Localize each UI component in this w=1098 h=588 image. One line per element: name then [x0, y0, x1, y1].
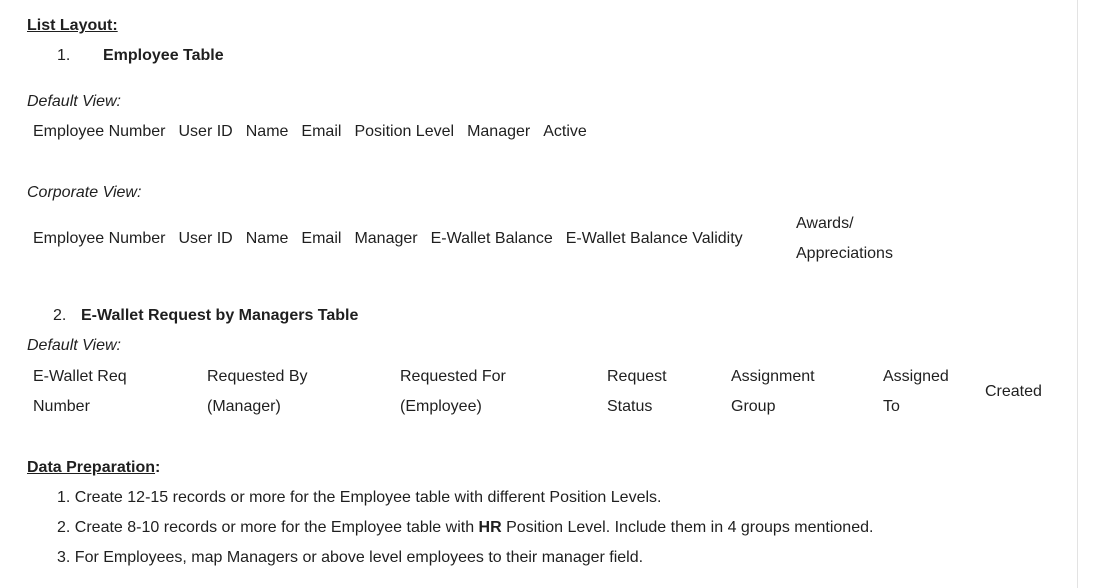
- column-header: Active: [543, 123, 587, 140]
- column-header: Assigned: [883, 368, 949, 385]
- column-header: To: [883, 398, 900, 415]
- column-header: E-Wallet Balance Validity: [565, 230, 743, 247]
- column-header: Requested For: [400, 368, 506, 385]
- default-view-label: Default View:: [27, 93, 121, 110]
- list-item: 2. Create 8-10 records or more for the E…: [57, 518, 873, 538]
- corporate-view-columns: Employee Number User ID Name Email Manager E-…: [33, 229, 756, 249]
- page-edge: [1077, 0, 1078, 588]
- awards-column-line1: Awards/: [796, 215, 854, 232]
- column-header: Position Level: [354, 123, 455, 140]
- column-header: Assignment: [731, 368, 815, 385]
- column-header: Request: [607, 368, 667, 385]
- list-item-number: 1.: [57, 489, 71, 506]
- hr-emphasis: HR: [478, 519, 502, 536]
- column-header: User ID: [178, 230, 233, 247]
- corporate-view-label: Corporate View:: [27, 184, 142, 201]
- list-item-text-tail: Position Level. Include them in 4 groups…: [501, 519, 874, 536]
- default-view-label-2: Default View:: [27, 337, 121, 354]
- column-header: Employee Number: [33, 123, 166, 140]
- column-header: (Employee): [400, 398, 482, 415]
- data-preparation-heading: Data Preparation:: [27, 458, 160, 478]
- employee-table-title: Employee Table: [103, 47, 224, 64]
- column-header: Manager: [354, 230, 418, 247]
- column-header: Number: [33, 398, 90, 415]
- column-header: Name: [245, 123, 289, 140]
- column-header: Email: [301, 123, 342, 140]
- list-item: 1. Create 12-15 records or more for the …: [57, 488, 661, 508]
- column-header: Status: [607, 398, 653, 415]
- column-header: Group: [731, 398, 776, 415]
- column-header: E-Wallet Balance: [430, 230, 553, 247]
- column-header: E-Wallet Req: [33, 368, 127, 385]
- list-item-text: Create 8-10 records or more for the Empl…: [74, 519, 479, 536]
- column-header: Email: [301, 230, 342, 247]
- list-item-text: For Employees, map Managers or above lev…: [74, 549, 644, 566]
- column-header: User ID: [178, 123, 233, 140]
- list-item-number: 3.: [57, 549, 71, 566]
- list-item-number-1: 1.: [57, 47, 71, 64]
- list-item-number-2: 2.: [53, 307, 67, 324]
- column-header: Created: [985, 383, 1042, 400]
- data-preparation-title: Data Preparation: [27, 459, 156, 476]
- list-item-text: Create 12-15 records or more for the Emp…: [74, 489, 662, 506]
- awards-column-line2: Appreciations: [796, 245, 893, 262]
- column-header: Employee Number: [33, 230, 166, 247]
- column-header: Name: [245, 230, 289, 247]
- column-header: (Manager): [207, 398, 281, 415]
- list-item-number: 2.: [57, 519, 71, 536]
- default-view-columns: Employee Number User ID Name Email Position …: [33, 122, 600, 142]
- data-preparation-colon: :: [155, 459, 161, 476]
- column-header: Requested By: [207, 368, 308, 385]
- column-header: Manager: [467, 123, 531, 140]
- list-item: 3. For Employees, map Managers or above …: [57, 548, 643, 568]
- ewallet-table-title: E-Wallet Request by Managers Table: [81, 307, 359, 324]
- list-layout-heading: List Layout:: [27, 17, 118, 34]
